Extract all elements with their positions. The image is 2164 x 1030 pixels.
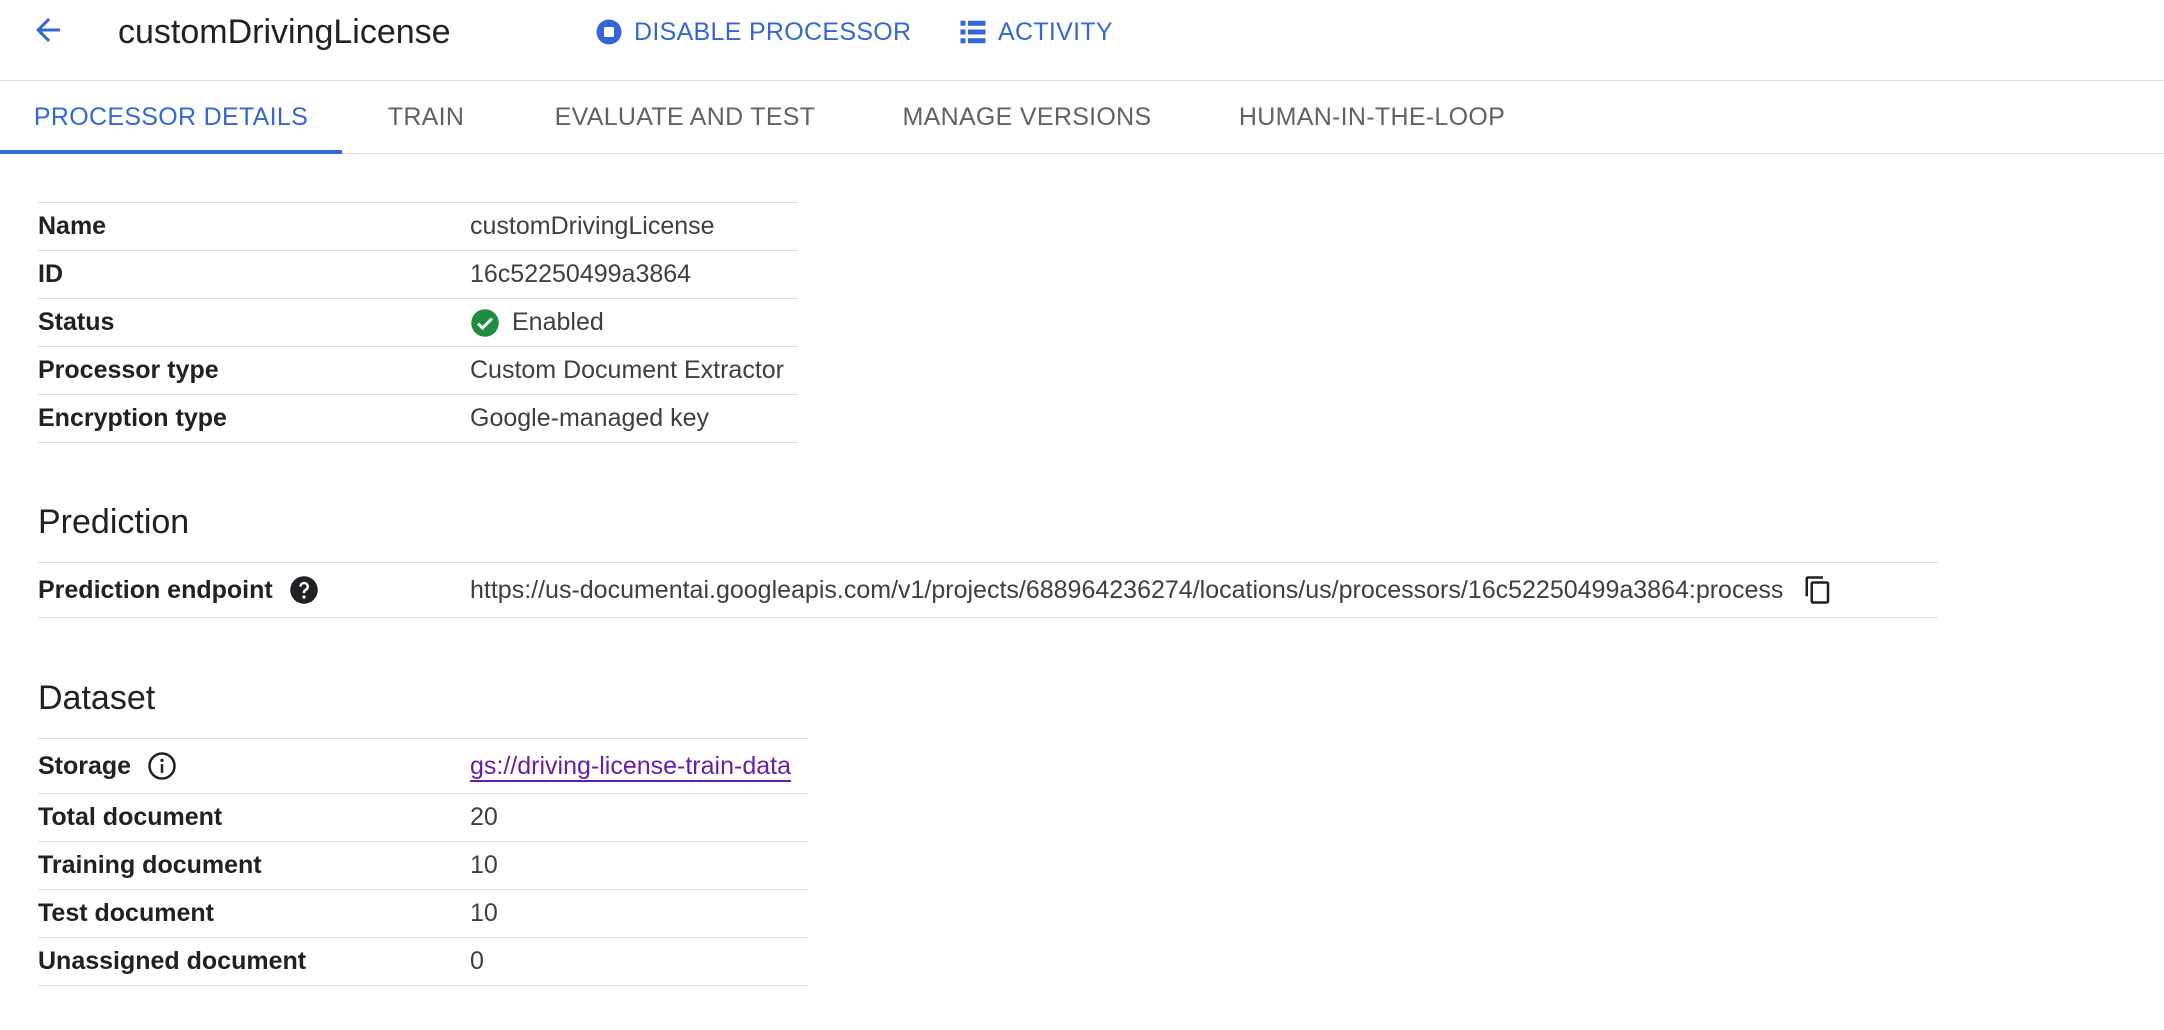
storage-link[interactable]: gs://driving-license-train-data — [470, 752, 791, 781]
copy-icon[interactable] — [1803, 575, 1833, 605]
tab-train[interactable]: TRAIN — [342, 81, 510, 153]
row-key: Test document — [38, 899, 214, 927]
dataset-table: Storage gs://driving-license-train-data … — [38, 738, 808, 986]
row-key: Total document — [38, 803, 223, 831]
tab-bar: PROCESSOR DETAILS TRAIN EVALUATE AND TES… — [0, 81, 2164, 154]
processor-details-table: Name customDrivingLicense ID 16c52250499… — [38, 202, 798, 443]
status-value: Enabled — [470, 299, 604, 346]
encryption-type-value: Google-managed key — [470, 404, 710, 432]
disable-processor-label: DISABLE PROCESSOR — [634, 17, 912, 46]
prediction-table: Prediction endpoint https://us-documenta… — [38, 562, 1938, 618]
activity-button[interactable]: ACTIVITY — [958, 12, 1113, 52]
table-row: Total document 20 — [38, 793, 808, 841]
tab-evaluate-and-test[interactable]: EVALUATE AND TEST — [530, 81, 840, 153]
row-key: ID — [38, 260, 63, 288]
test-document-value: 10 — [470, 899, 498, 927]
table-row: Prediction endpoint https://us-documenta… — [38, 562, 1938, 618]
help-icon[interactable] — [289, 575, 319, 605]
training-document-value: 10 — [470, 851, 498, 879]
list-icon — [958, 17, 988, 47]
table-row: Unassigned document 0 — [38, 937, 808, 986]
processor-name-value: customDrivingLicense — [470, 212, 715, 240]
active-tab-indicator — [0, 150, 342, 154]
storage-key: Storage — [38, 739, 177, 793]
arrow-back-icon — [30, 12, 66, 53]
table-row: Status Enabled — [38, 298, 798, 346]
storage-label: Storage — [38, 751, 132, 780]
table-row: Encryption type Google-managed key — [38, 394, 798, 443]
dataset-section-title: Dataset — [38, 679, 156, 717]
page-header: customDrivingLicense DISABLE PROCESSOR A… — [0, 0, 2164, 81]
prediction-endpoint-label: Prediction endpoint — [38, 575, 273, 604]
tab-human-in-the-loop[interactable]: HUMAN-IN-THE-LOOP — [1222, 81, 1522, 153]
activity-label: ACTIVITY — [998, 17, 1113, 46]
page-title: customDrivingLicense — [118, 13, 451, 51]
table-row: Storage gs://driving-license-train-data — [38, 738, 808, 793]
row-key: Status — [38, 308, 115, 336]
row-key: Name — [38, 212, 107, 240]
row-key: Unassigned document — [38, 947, 307, 975]
row-key: Training document — [38, 851, 262, 879]
prediction-endpoint-url: https://us-documentai.googleapis.com/v1/… — [470, 575, 1784, 604]
processor-type-value: Custom Document Extractor — [470, 356, 784, 384]
status-label: Enabled — [512, 308, 604, 336]
row-key: Processor type — [38, 356, 219, 384]
tab-manage-versions[interactable]: MANAGE VERSIONS — [880, 81, 1174, 153]
storage-value: gs://driving-license-train-data — [470, 739, 791, 793]
table-row: Processor type Custom Document Extractor — [38, 346, 798, 394]
stop-circle-icon — [594, 17, 624, 47]
back-button[interactable] — [26, 12, 70, 52]
tab-processor-details[interactable]: PROCESSOR DETAILS — [0, 81, 342, 153]
table-row: ID 16c52250499a3864 — [38, 250, 798, 298]
table-row: Training document 10 — [38, 841, 808, 889]
disable-processor-button[interactable]: DISABLE PROCESSOR — [594, 12, 911, 52]
prediction-endpoint-value: https://us-documentai.googleapis.com/v1/… — [470, 563, 1833, 617]
unassigned-document-value: 0 — [470, 947, 484, 975]
processor-id-value: 16c52250499a3864 — [470, 260, 692, 288]
row-key: Encryption type — [38, 404, 227, 432]
table-row: Test document 10 — [38, 889, 808, 937]
prediction-endpoint-key: Prediction endpoint — [38, 563, 319, 617]
info-icon[interactable] — [147, 751, 177, 781]
check-circle-icon — [470, 308, 500, 338]
table-row: Name customDrivingLicense — [38, 202, 798, 250]
prediction-section-title: Prediction — [38, 503, 190, 541]
total-document-value: 20 — [470, 803, 498, 831]
